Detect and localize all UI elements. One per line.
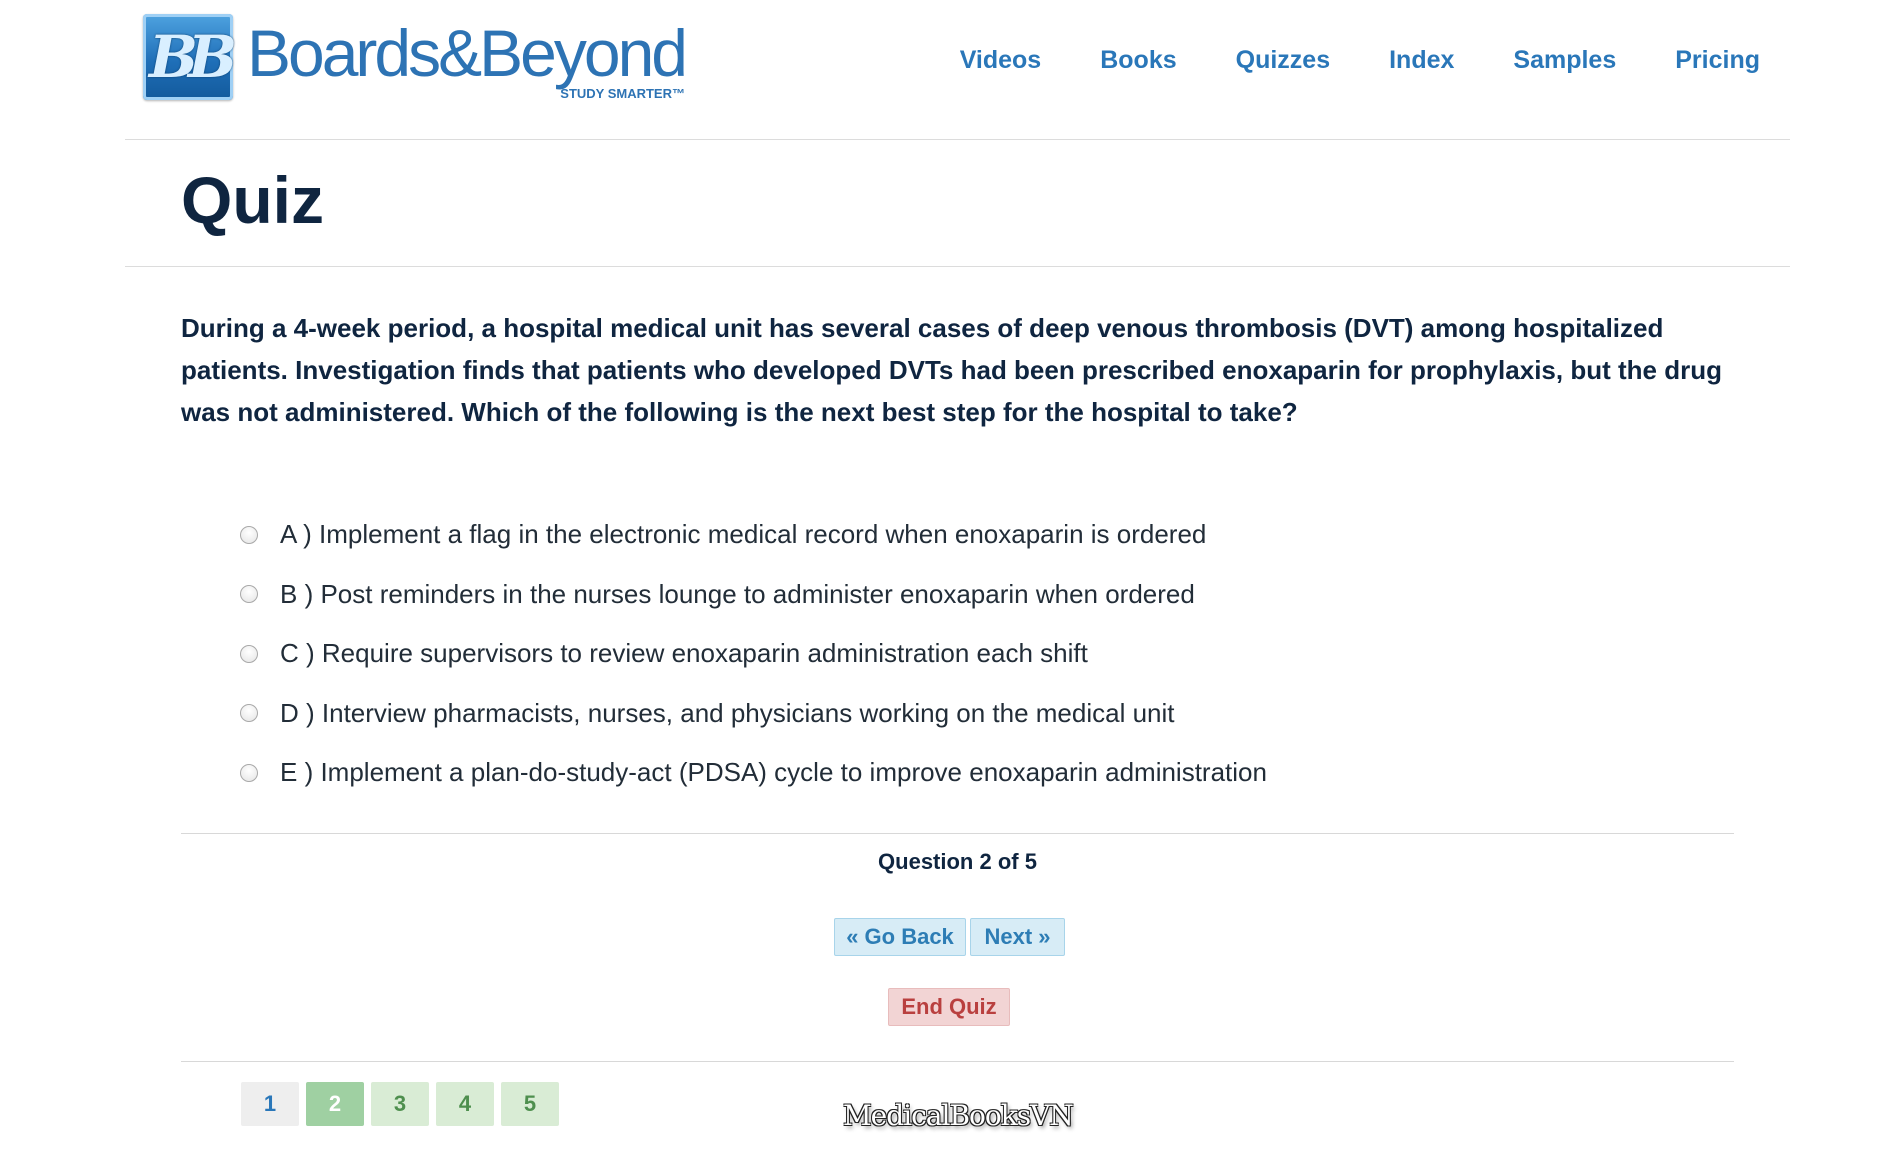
title-bar: Quiz xyxy=(125,140,1790,267)
answer-options: A ) Implement a flag in the electronic m… xyxy=(240,505,1267,803)
radio-button[interactable] xyxy=(240,644,258,663)
divider xyxy=(181,1061,1734,1062)
divider xyxy=(181,833,1734,834)
radio-button[interactable] xyxy=(240,525,258,544)
answer-option-e[interactable]: E ) Implement a plan-do-study-act (PDSA)… xyxy=(240,743,1267,803)
logo-wordmark: Boards&Beyond STUDY SMARTER™ xyxy=(247,14,688,101)
logo-mark-text: BB xyxy=(148,23,237,91)
question-text: During a 4-week period, a hospital medic… xyxy=(181,313,1722,427)
question-pager: 1 2 3 4 5 xyxy=(241,1082,566,1126)
end-quiz-button[interactable]: End Quiz xyxy=(888,988,1010,1026)
answer-option-label: B ) Post reminders in the nurses lounge … xyxy=(280,578,1195,609)
pager-item-2-current[interactable]: 2 xyxy=(306,1082,364,1126)
go-back-button[interactable]: « Go Back xyxy=(834,918,966,956)
answer-option-c[interactable]: C ) Require supervisors to review enoxap… xyxy=(240,624,1267,684)
nav-link-quizzes[interactable]: Quizzes xyxy=(1236,46,1330,75)
site-header: BB Boards&Beyond STUDY SMARTER™ Videos B… xyxy=(125,0,1790,140)
radio-button[interactable] xyxy=(240,704,258,723)
answer-option-label: C ) Require supervisors to review enoxap… xyxy=(280,638,1088,669)
watermark: MedicalBooksVN xyxy=(843,1099,1074,1132)
site-logo[interactable]: BB Boards&Beyond STUDY SMARTER™ xyxy=(143,14,688,101)
next-button[interactable]: Next » xyxy=(970,918,1065,956)
logo-mark-icon: BB xyxy=(143,14,237,100)
nav-link-index[interactable]: Index xyxy=(1389,46,1454,75)
quiz-page: BB Boards&Beyond STUDY SMARTER™ Videos B… xyxy=(0,0,1899,1160)
nav-link-samples[interactable]: Samples xyxy=(1513,46,1616,75)
answer-option-b[interactable]: B ) Post reminders in the nurses lounge … xyxy=(240,565,1267,625)
nav-link-books[interactable]: Books xyxy=(1100,46,1176,75)
answer-option-label: E ) Implement a plan-do-study-act (PDSA)… xyxy=(280,757,1267,788)
radio-button[interactable] xyxy=(240,585,258,604)
radio-button[interactable] xyxy=(240,763,258,782)
answer-option-label: A ) Implement a flag in the electronic m… xyxy=(280,519,1207,550)
answer-option-d[interactable]: D ) Interview pharmacists, nurses, and p… xyxy=(240,684,1267,744)
pager-item-5[interactable]: 5 xyxy=(501,1082,559,1126)
page-title: Quiz xyxy=(181,163,324,237)
logo-name: Boards&Beyond xyxy=(247,16,688,90)
pager-item-3[interactable]: 3 xyxy=(371,1082,429,1126)
answer-option-label: D ) Interview pharmacists, nurses, and p… xyxy=(280,697,1175,728)
pager-item-1[interactable]: 1 xyxy=(241,1082,299,1126)
nav-link-videos[interactable]: Videos xyxy=(960,46,1042,75)
main-nav: Videos Books Quizzes Index Samples Prici… xyxy=(901,46,1760,75)
nav-link-pricing[interactable]: Pricing xyxy=(1675,46,1760,75)
question-progress: Question 2 of 5 xyxy=(878,849,1037,874)
answer-option-a[interactable]: A ) Implement a flag in the electronic m… xyxy=(240,505,1267,565)
logo-tagline: STUDY SMARTER™ xyxy=(560,86,685,101)
pager-item-4[interactable]: 4 xyxy=(436,1082,494,1126)
